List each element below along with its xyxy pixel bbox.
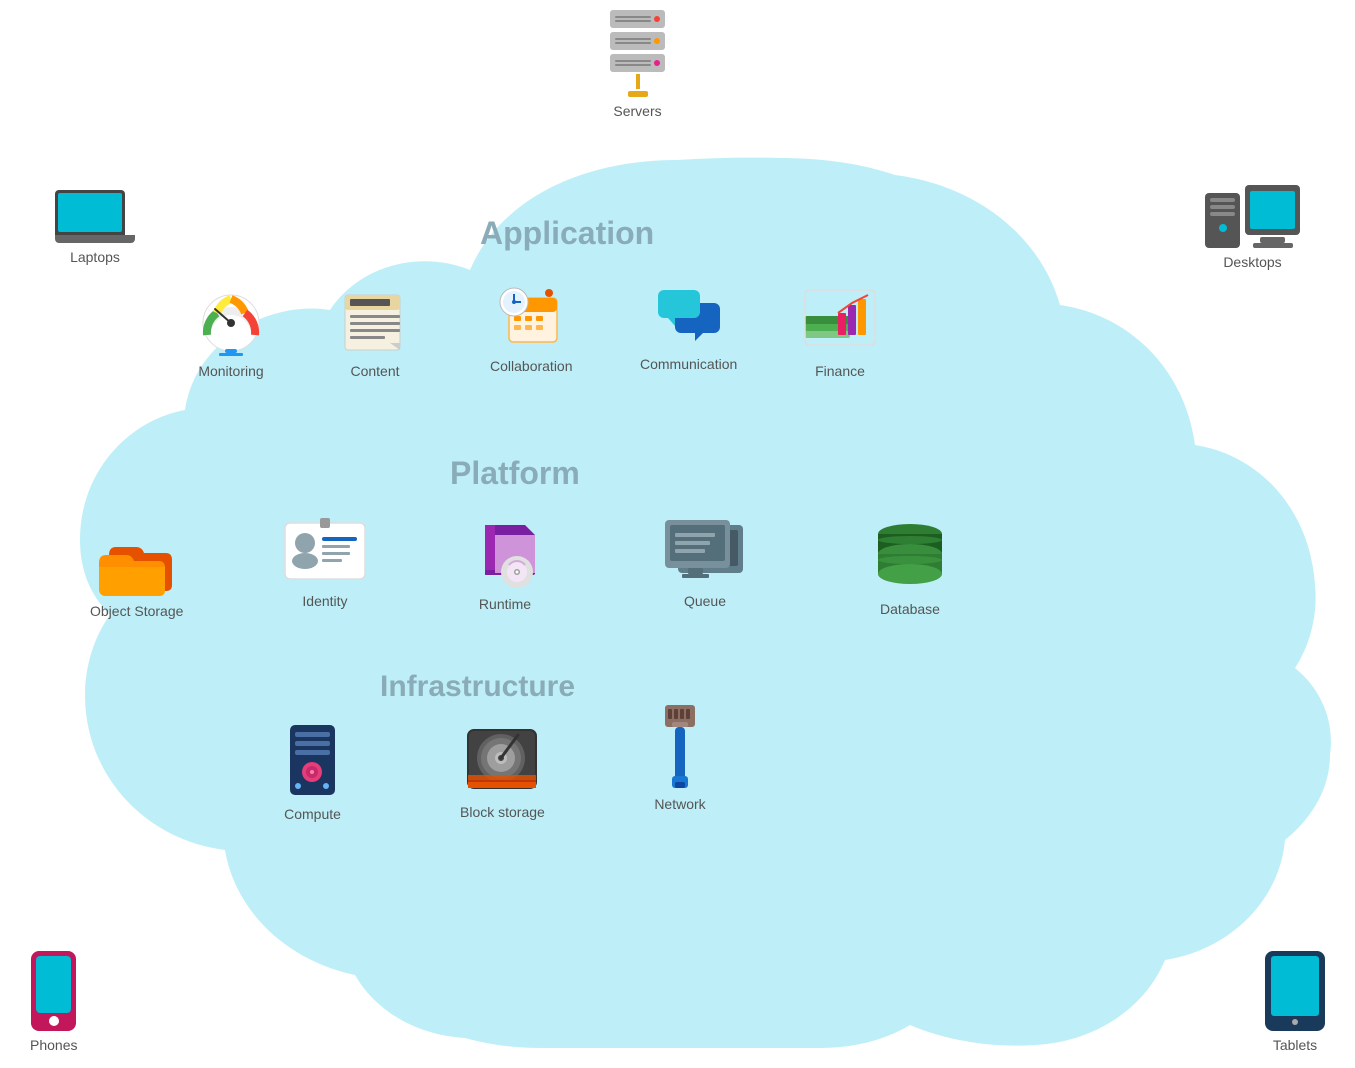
desktops-item: Desktops [1205, 185, 1300, 270]
desktops-label: Desktops [1223, 254, 1281, 270]
queue-label: Queue [684, 593, 726, 609]
network-item: Network [650, 700, 710, 812]
laptops-label: Laptops [70, 249, 120, 265]
object-storage-label: Object Storage [90, 603, 183, 619]
phones-item: Phones [30, 951, 77, 1053]
object-storage-item: Object Storage [90, 525, 183, 619]
servers-label: Servers [613, 103, 661, 119]
block-storage-icon [463, 720, 541, 798]
communication-label: Communication [640, 356, 737, 372]
laptops-icon [55, 190, 135, 243]
queue-item: Queue [660, 515, 750, 609]
network-icon [650, 700, 710, 790]
finance-icon [800, 285, 880, 357]
identity-icon [280, 515, 370, 587]
network-label: Network [654, 796, 705, 812]
communication-item: Communication [640, 285, 737, 372]
compute-item: Compute [280, 720, 345, 822]
compute-icon [280, 720, 345, 800]
tablets-icon [1265, 951, 1325, 1031]
database-label: Database [880, 601, 940, 617]
servers-item: Servers [610, 10, 665, 119]
identity-item: Identity [280, 515, 370, 609]
servers-icon [610, 10, 665, 97]
content-item: Content [340, 285, 410, 379]
database-item: Database [870, 520, 950, 617]
tablets-label: Tablets [1273, 1037, 1317, 1053]
phones-label: Phones [30, 1037, 77, 1053]
object-storage-icon [94, 525, 179, 597]
collaboration-item: Collaboration [490, 280, 573, 374]
tablets-item: Tablets [1265, 951, 1325, 1053]
finance-label: Finance [815, 363, 865, 379]
compute-label: Compute [284, 806, 341, 822]
queue-icon [660, 515, 750, 587]
content-icon [340, 285, 410, 357]
application-section-label: Application [480, 215, 654, 252]
collaboration-label: Collaboration [490, 358, 573, 374]
runtime-icon [465, 510, 545, 590]
runtime-label: Runtime [479, 596, 531, 612]
desktops-icon [1205, 185, 1300, 248]
runtime-item: Runtime [465, 510, 545, 612]
laptops-item: Laptops [55, 190, 135, 265]
phones-icon [31, 951, 76, 1031]
monitoring-item: Monitoring [195, 285, 267, 379]
block-storage-item: Block storage [460, 720, 545, 820]
communication-icon [653, 285, 725, 350]
database-icon [870, 520, 950, 595]
block-storage-label: Block storage [460, 804, 545, 820]
collaboration-icon [494, 280, 569, 352]
monitoring-icon [195, 285, 267, 357]
platform-section-label: Platform [450, 455, 580, 492]
content-label: Content [350, 363, 399, 379]
finance-item: Finance [800, 285, 880, 379]
infrastructure-section-label: Infrastructure [380, 670, 575, 704]
monitoring-label: Monitoring [198, 363, 263, 379]
identity-label: Identity [302, 593, 347, 609]
